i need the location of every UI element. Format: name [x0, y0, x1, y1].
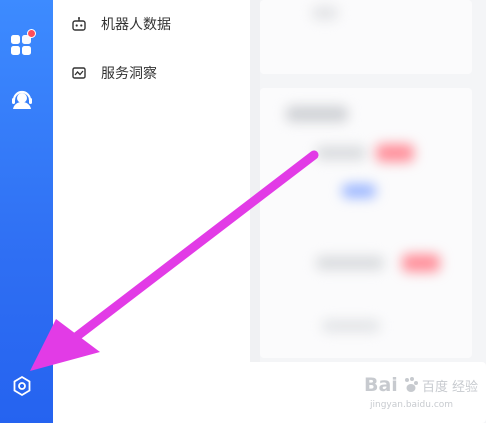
menu-item-service-insight[interactable]: 服务洞察: [71, 61, 157, 85]
blurred-tag: [342, 184, 376, 198]
blurred-tag: [402, 254, 440, 272]
blurred-text: [316, 256, 384, 270]
watermark-url: jingyan.baidu.com: [370, 400, 454, 410]
menu-item-label: 机器人数据: [101, 17, 171, 33]
menu-item-label: 服务洞察: [101, 66, 157, 82]
customer-service-headset-icon[interactable]: [9, 86, 35, 112]
blurred-tag: [376, 144, 414, 162]
menu-item-robot-data[interactable]: 机器人数据: [71, 12, 171, 36]
left-nav-rail: [0, 0, 53, 423]
watermark-brand: Bai: [364, 374, 398, 396]
apps-grid-icon[interactable]: [9, 29, 36, 57]
blurred-text: [322, 320, 380, 332]
watermark-brand-cn: 百度: [422, 380, 449, 395]
side-menu-panel: 机器人数据 服务洞察: [53, 0, 251, 423]
insight-chart-icon: [71, 65, 87, 81]
notification-badge: [27, 29, 36, 38]
blurred-card: [260, 0, 472, 74]
settings-gear-icon[interactable]: [10, 374, 36, 400]
blurred-card: [260, 88, 472, 358]
baidu-jingyan-watermark: Bai 百度 经验 jingyan.baidu.com: [358, 372, 484, 418]
blurred-text: [316, 146, 366, 160]
blurred-heading: [286, 106, 348, 122]
watermark-subtitle: 经验: [452, 380, 479, 395]
panel-divider: [250, 0, 260, 423]
blurred-text: [312, 6, 338, 20]
robot-icon: [71, 16, 87, 32]
blurred-content-area: [208, 0, 486, 423]
paw-logo-icon: [402, 376, 420, 398]
